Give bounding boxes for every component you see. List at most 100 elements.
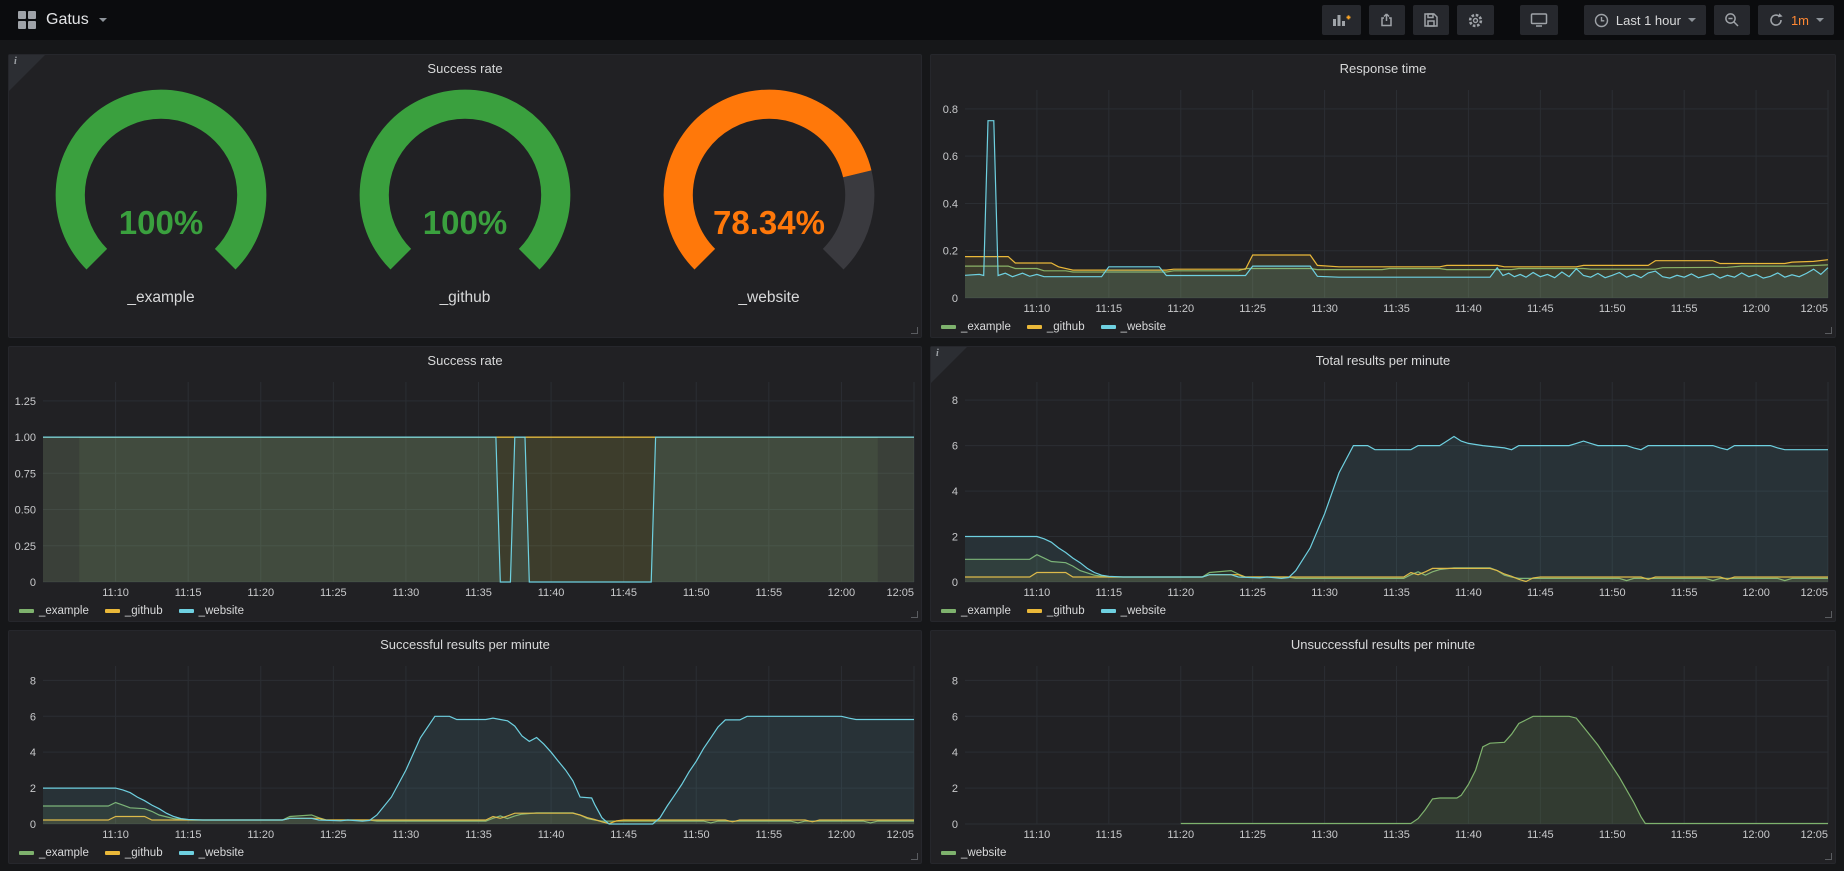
- svg-text:1.25: 1.25: [15, 396, 36, 408]
- legend-item-_github[interactable]: _github: [1027, 321, 1085, 333]
- gauge-arc-svg: [42, 88, 280, 289]
- legend-label: _website: [199, 605, 244, 617]
- svg-text:12:05: 12:05: [886, 829, 914, 841]
- svg-text:11:45: 11:45: [610, 587, 637, 599]
- legend-label: _github: [1047, 321, 1085, 333]
- legend-item-_github[interactable]: _github: [1027, 605, 1085, 617]
- svg-text:11:25: 11:25: [1239, 587, 1266, 599]
- panel-title[interactable]: Success rate: [9, 55, 921, 82]
- gauge-value: 100%: [11, 204, 312, 242]
- legend-item-_example[interactable]: _example: [941, 605, 1011, 617]
- legend-label: _github: [1047, 605, 1085, 617]
- svg-text:12:05: 12:05: [886, 587, 914, 599]
- gauge-value: 78.34%: [619, 204, 920, 242]
- zoom-out-button[interactable]: [1714, 5, 1750, 35]
- svg-text:11:20: 11:20: [247, 587, 274, 599]
- legend-item-_github[interactable]: _github: [105, 605, 163, 617]
- legend-item-_website[interactable]: _website: [1101, 321, 1166, 333]
- legend-item-_website[interactable]: _website: [179, 605, 244, 617]
- response-time-chart[interactable]: 00.20.40.60.811:1011:1511:2011:2511:3011…: [931, 82, 1835, 316]
- add-panel-button[interactable]: [1322, 5, 1361, 35]
- legend-swatch: [1027, 609, 1042, 613]
- legend-item-_website[interactable]: _website: [1101, 605, 1166, 617]
- svg-text:11:35: 11:35: [465, 829, 492, 841]
- chart-legend: _website: [931, 842, 1835, 863]
- unsuccessful-results-chart[interactable]: 0246811:1011:1511:2011:2511:3011:3511:40…: [931, 658, 1835, 842]
- svg-text:11:45: 11:45: [1527, 303, 1554, 315]
- svg-text:8: 8: [952, 675, 958, 687]
- panel-response-time: Response time 00.20.40.60.811:1011:1511:…: [930, 54, 1836, 338]
- legend-swatch: [941, 851, 956, 855]
- time-range-button[interactable]: Last 1 hour: [1584, 5, 1706, 35]
- legend-swatch: [19, 609, 34, 613]
- legend-item-_github[interactable]: _github: [105, 847, 163, 859]
- legend-item-_example[interactable]: _example: [941, 321, 1011, 333]
- panel-title[interactable]: Unsuccessful results per minute: [931, 631, 1835, 658]
- total-results-chart[interactable]: 0246811:1011:1511:2011:2511:3011:3511:40…: [931, 374, 1835, 600]
- successful-results-chart[interactable]: 0246811:1011:1511:2011:2511:3011:3511:40…: [9, 658, 921, 842]
- panel-resize-handle[interactable]: [1825, 611, 1832, 618]
- legend-label: _website: [1121, 321, 1166, 333]
- svg-text:11:10: 11:10: [102, 829, 129, 841]
- dashboard-title[interactable]: Gatus: [46, 11, 89, 29]
- svg-text:11:30: 11:30: [1311, 587, 1338, 599]
- legend-label: _website: [199, 847, 244, 859]
- tv-cycle-button[interactable]: [1520, 5, 1558, 35]
- save-button[interactable]: [1413, 5, 1449, 35]
- success-rate-chart[interactable]: 00.250.500.751.001.2511:1011:1511:2011:2…: [9, 374, 921, 600]
- svg-text:11:30: 11:30: [1311, 829, 1338, 841]
- svg-text:11:25: 11:25: [320, 587, 347, 599]
- refresh-button[interactable]: 1m: [1758, 5, 1834, 35]
- svg-text:11:40: 11:40: [538, 587, 565, 599]
- legend-label: _example: [961, 321, 1011, 333]
- gauge-website: 78.34% _website: [619, 88, 920, 307]
- svg-text:4: 4: [952, 486, 958, 498]
- svg-text:0.25: 0.25: [15, 541, 36, 553]
- svg-text:11:35: 11:35: [465, 587, 492, 599]
- panel-total-results-per-minute: i Total results per minute 0246811:1011:…: [930, 346, 1836, 622]
- legend-label: _example: [39, 847, 89, 859]
- svg-text:11:50: 11:50: [683, 587, 710, 599]
- panel-resize-handle[interactable]: [1825, 853, 1832, 860]
- legend-swatch: [19, 851, 34, 855]
- panel-resize-handle[interactable]: [1825, 327, 1832, 334]
- clock-icon: [1594, 13, 1609, 28]
- panel-title[interactable]: Success rate: [9, 347, 921, 374]
- legend-label: _github: [125, 847, 163, 859]
- total-results-per-minute-plot: 0246811:1011:1511:2011:2511:3011:3511:40…: [931, 374, 1835, 600]
- svg-text:11:45: 11:45: [1527, 829, 1554, 841]
- svg-text:12:00: 12:00: [1742, 587, 1770, 599]
- svg-text:11:10: 11:10: [102, 587, 129, 599]
- svg-text:0.6: 0.6: [943, 151, 958, 163]
- svg-text:2: 2: [30, 783, 36, 795]
- svg-text:8: 8: [952, 395, 958, 407]
- svg-text:11:40: 11:40: [538, 829, 565, 841]
- caret-down-icon: [1816, 18, 1824, 22]
- legend-label: _website: [1121, 605, 1166, 617]
- gauge-group: 100% _example 100% _github 78.34% _websi…: [9, 82, 921, 337]
- svg-text:11:35: 11:35: [1383, 829, 1410, 841]
- legend-item-_website[interactable]: _website: [179, 847, 244, 859]
- panel-resize-handle[interactable]: [911, 327, 918, 334]
- panel-title[interactable]: Successful results per minute: [9, 631, 921, 658]
- panel-title[interactable]: Response time: [931, 55, 1835, 82]
- legend-item-_website[interactable]: _website: [941, 847, 1006, 859]
- legend-swatch: [941, 609, 956, 613]
- unsuccessful-results-per-minute-plot: 0246811:1011:1511:2011:2511:3011:3511:40…: [931, 658, 1835, 842]
- gauge-label: _example: [11, 289, 312, 307]
- settings-button[interactable]: [1457, 5, 1494, 35]
- svg-text:0: 0: [30, 577, 36, 589]
- svg-text:12:00: 12:00: [828, 829, 856, 841]
- panel-resize-handle[interactable]: [911, 853, 918, 860]
- legend-item-_example[interactable]: _example: [19, 605, 89, 617]
- legend-item-_example[interactable]: _example: [19, 847, 89, 859]
- panel-title[interactable]: Total results per minute: [931, 347, 1835, 374]
- svg-text:11:15: 11:15: [1095, 587, 1122, 599]
- info-icon: i: [14, 56, 17, 67]
- gauge-arc: [619, 88, 920, 289]
- caret-down-icon[interactable]: [99, 18, 107, 22]
- panel-resize-handle[interactable]: [911, 611, 918, 618]
- share-button[interactable]: [1369, 5, 1405, 35]
- svg-text:0.8: 0.8: [943, 104, 958, 116]
- dashboards-grid-icon[interactable]: [18, 11, 36, 29]
